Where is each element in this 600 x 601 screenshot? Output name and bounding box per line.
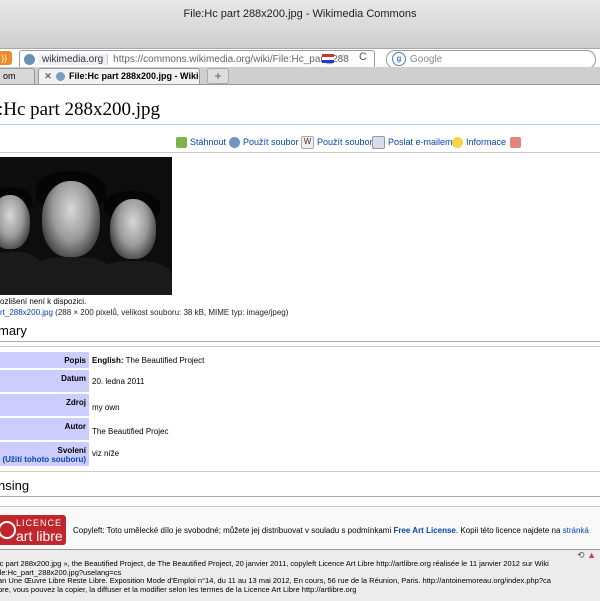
language-label: English: — [92, 356, 124, 365]
email-label[interactable]: Poslat e-mailem — [388, 137, 453, 147]
row-label-description: Popis — [0, 352, 89, 368]
tab-previous[interactable]: om — [0, 68, 35, 84]
information-table: Popis English: The Beautified Project Da… — [0, 346, 600, 472]
row-label-date: Datum — [0, 370, 89, 392]
row-value-date: 20. ledna 2011 — [92, 377, 145, 386]
licensing-divider — [0, 496, 600, 497]
use-file-label[interactable]: Použít soubor — [243, 137, 299, 147]
search-placeholder: Google — [410, 54, 443, 65]
status-line: bre, vous pouvez la copier, la diffuser … — [0, 585, 357, 595]
file-toolbar: Stáhnout Použít soubor W Použít soubor Po… — [0, 135, 600, 150]
license-text: Copyleft: Toto umělecké dílo je svobodné… — [73, 526, 589, 535]
license-box: LICENCE art libre Copyleft: Toto uměleck… — [0, 506, 600, 552]
license-page-link[interactable]: stránká — [563, 526, 589, 535]
mail-icon — [372, 136, 385, 150]
original-file-link[interactable]: rt_288x200.jpg — [0, 308, 53, 317]
addon-icon[interactable]: ▲ — [587, 550, 596, 560]
row-value-author: The Beautified Projec — [92, 427, 169, 436]
table-row: Autor The Beautified Projec — [0, 418, 600, 440]
page-title: :Hc part 288x200.jpg — [0, 99, 161, 120]
file-preview-image[interactable] — [0, 157, 172, 295]
wikimedia-favicon-icon — [56, 72, 65, 82]
tab-strip: om ✕ File:Hc part 288x200.jpg - Wiki... — [0, 67, 600, 85]
table-row: Popis English: The Beautified Project — [0, 352, 600, 368]
report-icon — [510, 137, 521, 149]
status-text: lc part 288x200.jpg », the Beautified Pr… — [0, 559, 551, 595]
download-link[interactable]: Stáhnout — [176, 135, 226, 149]
status-bar: ⟲ ▲ lc part 288x200.jpg », the Beautifie… — [0, 549, 600, 601]
bookmark-star-icon[interactable]: ☆ — [338, 51, 349, 65]
close-tab-icon[interactable]: ✕ — [43, 69, 53, 84]
info-label[interactable]: Informace — [466, 137, 506, 147]
window-title: File:Hc part 288x200.jpg - Wikimedia Com… — [183, 8, 417, 20]
row-value-permission: viz níže — [92, 449, 120, 458]
lightbulb-icon — [452, 137, 463, 149]
row-label-permission: Svolení (Užití tohoto souboru) — [0, 442, 89, 466]
file-meta: (288 × 200 pixelů, velikost souboru: 38 … — [52, 308, 289, 317]
table-row: Svolení (Užití tohoto souboru) viz níže — [0, 442, 600, 466]
reload-icon[interactable]: C — [359, 51, 367, 63]
tab-previous-label: om — [3, 71, 16, 81]
use-file-link[interactable]: Použít soubor — [229, 135, 299, 149]
wikipedia-icon: W — [301, 136, 314, 150]
window-titlebar: File:Hc part 288x200.jpg - Wikimedia Com… — [0, 0, 600, 49]
language-flag-icon[interactable] — [322, 54, 334, 63]
description-text: The Beautified Project — [123, 356, 205, 365]
resolution-note: ozlišení není k dispozici. — [0, 297, 87, 306]
free-art-license-link[interactable]: Free Art License — [393, 526, 455, 535]
tab-current-label: File:Hc part 288x200.jpg - Wiki... — [69, 71, 200, 81]
permission-usage-link[interactable]: (Užití tohoto souboru) — [0, 455, 86, 464]
statusbar-icons: ⟲ ▲ — [577, 551, 596, 560]
summary-divider — [0, 341, 600, 342]
license-text-tail: . Kopii této licence najdete na — [455, 526, 563, 535]
person-right — [110, 199, 156, 259]
row-value-source: my own — [92, 403, 120, 412]
art-libre-logo[interactable]: LICENCE art libre — [0, 515, 66, 545]
report-link[interactable] — [510, 135, 524, 149]
row-label-author: Autor — [0, 418, 89, 440]
site-identity-label[interactable]: wikimedia.org — [38, 54, 109, 65]
tab-current[interactable]: ✕ File:Hc part 288x200.jpg - Wiki... — [38, 68, 200, 84]
url-text[interactable]: https://commons.wikimedia.org/wiki/File:… — [108, 54, 349, 65]
use-wiki-link[interactable]: W Použít soubor — [301, 135, 373, 150]
new-tab-button[interactable]: + — [207, 68, 229, 84]
table-row: Datum 20. ledna 2011 — [0, 370, 600, 392]
info-link[interactable]: Informace — [452, 135, 506, 149]
toolbar-divider — [0, 152, 600, 153]
email-link[interactable]: Poslat e-mailem — [372, 135, 453, 150]
sync-icon[interactable]: ⟲ — [577, 550, 585, 560]
globe-icon — [229, 137, 240, 149]
logo-line-2: art libre — [16, 528, 63, 544]
logo-line-1: LICENCE — [16, 518, 63, 528]
table-row: Zdroj my own — [0, 394, 600, 416]
copyleft-icon — [0, 521, 16, 539]
rss-icon[interactable]: )) — [0, 51, 12, 65]
google-icon[interactable]: g — [392, 52, 406, 67]
permission-label: Svolení — [57, 446, 86, 455]
license-text-body: Copyleft: Toto umělecké dílo je svobodné… — [73, 526, 394, 535]
download-icon — [176, 137, 187, 149]
file-info-line: rt_288x200.jpg (288 × 200 pixelů, veliko… — [0, 308, 288, 317]
use-wiki-label[interactable]: Použít soubor — [317, 137, 373, 147]
person-center — [42, 181, 100, 257]
site-identity-icon[interactable] — [24, 53, 35, 65]
title-divider — [0, 124, 600, 125]
download-label[interactable]: Stáhnout — [190, 137, 226, 147]
summary-heading: mary — [0, 323, 27, 338]
row-label-source: Zdroj — [0, 394, 89, 416]
licensing-heading: nsing — [0, 478, 30, 493]
row-value-description: English: The Beautified Project — [92, 352, 204, 365]
